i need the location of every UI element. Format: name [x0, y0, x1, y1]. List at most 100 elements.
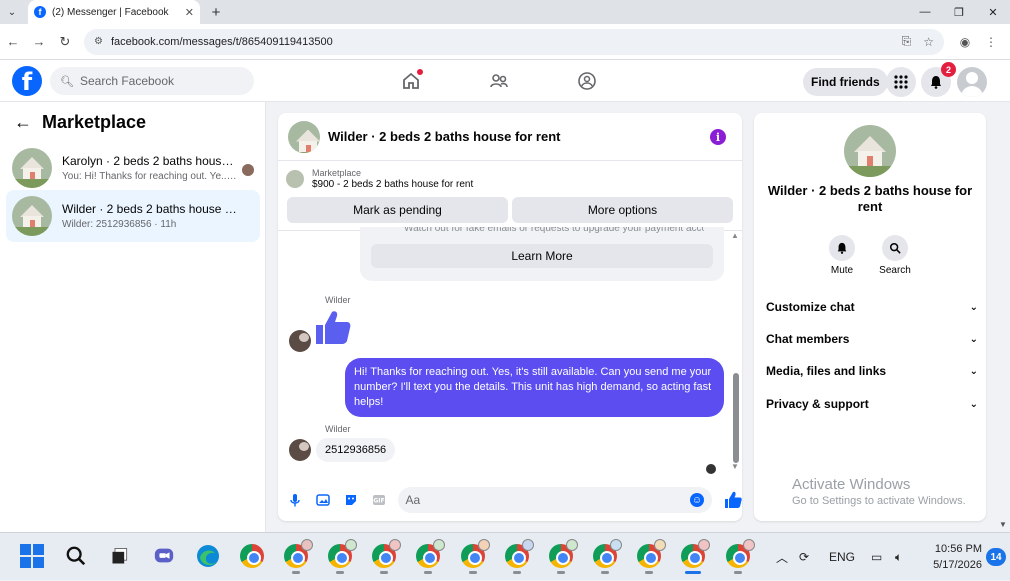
their-message-bubble[interactable]: 2512936856 — [316, 438, 396, 462]
marketplace-label: Marketplace — [312, 168, 362, 178]
onedrive-sync-icon[interactable]: ⟳ — [799, 533, 809, 581]
chat-house-thumbnail — [288, 120, 320, 153]
chrome-profile-icon-active[interactable] — [680, 539, 710, 574]
info-icon[interactable]: i — [710, 129, 726, 145]
clock-date: 5/17/2026 — [933, 559, 982, 571]
chrome-profile-icon[interactable] — [460, 539, 490, 574]
listing-row[interactable]: Marketplace $900 - 2 beds 2 baths house … — [278, 161, 742, 197]
send-like-icon[interactable] — [724, 491, 742, 509]
show-hidden-icons-chevron-icon[interactable]: ︿ — [776, 533, 788, 581]
browser-menu-icon[interactable]: ⋮ — [978, 35, 1004, 49]
privacy-support-row[interactable]: Privacy & support ⌄ — [766, 394, 978, 414]
photo-icon[interactable] — [310, 490, 336, 510]
tab-search-chevron-icon[interactable]: ⌄ — [0, 0, 24, 24]
my-message-bubble[interactable]: Hi! Thanks for reaching out. Yes, it's s… — [345, 358, 724, 417]
mute-action[interactable]: Mute — [822, 235, 862, 276]
url-field[interactable]: ⚙ facebook.com/messages/t/86540911941350… — [84, 28, 944, 55]
activate-title: Activate Windows — [792, 476, 911, 493]
chat-scrollbar[interactable] — [733, 373, 739, 463]
find-friends-button[interactable]: Find friends — [803, 68, 888, 96]
friends-nav-icon[interactable] — [486, 68, 512, 94]
chrome-profile-icon[interactable] — [725, 539, 755, 574]
chat-panel: Wilder · 2 beds 2 baths house for rent i… — [278, 113, 742, 521]
edge-browser-icon[interactable] — [195, 543, 221, 569]
emoji-icon[interactable]: ☺ — [690, 493, 705, 507]
chrome-profile-icon[interactable] — [636, 539, 666, 574]
teams-chat-icon[interactable] — [151, 543, 177, 569]
chrome-profile-icon[interactable] — [327, 539, 357, 574]
sticker-icon[interactable] — [338, 490, 364, 510]
learn-more-button[interactable]: Learn More — [371, 244, 713, 268]
conversation-item-wilder[interactable]: Wilder · 2 beds 2 baths house for r... W… — [6, 190, 260, 242]
site-info-icon[interactable]: ⚙ — [94, 36, 103, 47]
close-window-button[interactable]: ✕ — [976, 0, 1010, 24]
panel-title: Marketplace — [42, 111, 147, 132]
address-bar-row: ← → ↻ ⚙ facebook.com/messages/t/86540911… — [0, 24, 1010, 60]
bookmark-star-icon[interactable]: ☆ — [923, 35, 934, 49]
chrome-profile-icon[interactable] — [371, 539, 401, 574]
mark-as-pending-button[interactable]: Mark as pending — [287, 197, 508, 223]
groups-nav-icon[interactable] — [574, 68, 600, 94]
windows-taskbar: ︿ ⟳ ENG ▭ 🔈︎ 10:56 PM 5/17/2026 14 — [0, 532, 1010, 580]
start-windows-icon[interactable] — [19, 543, 45, 569]
search-icon[interactable] — [882, 235, 908, 261]
conversation-item-karolyn[interactable]: Karolyn · 2 beds 2 baths house f... You:… — [6, 142, 260, 194]
chrome-profile-icon[interactable] — [283, 539, 313, 574]
message-input[interactable]: Aa ☺ — [397, 487, 713, 513]
page-scroll-down-arrow-icon[interactable]: ▼ — [999, 520, 1007, 529]
media-files-links-row[interactable]: Media, files and links ⌄ — [766, 361, 978, 381]
back-button[interactable]: ← — [0, 34, 26, 49]
more-options-button[interactable]: More options — [512, 197, 733, 223]
forward-button[interactable]: → — [26, 34, 52, 49]
chat-details-panel: Wilder · 2 beds 2 baths house for rent M… — [754, 113, 986, 521]
taskbar-search-icon[interactable] — [63, 543, 89, 569]
sender-name: Wilder — [325, 424, 351, 434]
listing-price-title: $900 - 2 beds 2 baths house for rent — [312, 179, 474, 190]
chat-members-row[interactable]: Chat members ⌄ — [766, 329, 978, 349]
install-app-icon[interactable]: ⎘ — [902, 34, 912, 49]
home-nav-icon[interactable] — [398, 68, 424, 94]
close-tab-icon[interactable]: ✕ — [185, 6, 194, 19]
search-facebook-input[interactable]: 🔍︎ Search Facebook — [50, 67, 254, 95]
language-indicator[interactable]: ENG — [829, 533, 855, 581]
notifications-bell-icon[interactable]: 2 — [921, 62, 956, 97]
conversation-preview: You: Hi! Thanks for reaching out. Ye... … — [62, 171, 238, 182]
customize-chat-row[interactable]: Customize chat ⌄ — [766, 297, 978, 317]
new-tab-button[interactable]: + — [204, 4, 228, 21]
browser-tab[interactable]: f (2) Messenger | Facebook ✕ — [28, 0, 200, 24]
chrome-profile-icon[interactable] — [548, 539, 578, 574]
safety-warning-card: Watch out for fake emails or requests to… — [360, 227, 724, 281]
notifications-badge: 2 — [941, 62, 956, 77]
account-avatar[interactable] — [957, 67, 987, 97]
sender-avatar[interactable] — [289, 439, 311, 461]
notification-center-badge[interactable]: 14 — [986, 548, 1006, 566]
scroll-up-arrow-icon[interactable]: ▲ — [731, 231, 739, 240]
chrome-profile-icon[interactable] — [592, 539, 622, 574]
facebook-logo-icon[interactable]: f — [12, 66, 42, 96]
volume-icon[interactable]: 🔈︎ — [895, 533, 902, 581]
gif-icon[interactable]: GIF — [366, 490, 392, 510]
sender-name: Wilder — [325, 295, 351, 305]
search-action[interactable]: Search — [875, 235, 915, 276]
reload-button[interactable]: ↻ — [52, 34, 78, 50]
minimize-button[interactable]: — — [908, 0, 942, 24]
back-arrow-icon[interactable]: ← — [14, 112, 32, 133]
chrome-profile-icon[interactable] — [504, 539, 534, 574]
chrome-profile-icon[interactable] — [415, 539, 445, 574]
network-icon[interactable]: ▭ — [871, 533, 882, 581]
conversation-name: Wilder · 2 beds 2 baths house for r... — [62, 202, 238, 216]
restore-button[interactable]: ❐ — [942, 0, 976, 24]
bell-icon[interactable] — [829, 235, 855, 261]
chrome-icon[interactable] — [239, 543, 265, 569]
chat-title[interactable]: Wilder · 2 beds 2 baths house for rent — [328, 129, 560, 144]
clock[interactable]: 10:56 PM 5/17/2026 — [922, 541, 982, 573]
sender-avatar[interactable] — [289, 330, 311, 352]
menu-grid-icon[interactable] — [886, 67, 916, 97]
task-view-icon[interactable] — [107, 543, 133, 569]
scroll-down-arrow-icon[interactable]: ▼ — [731, 462, 739, 471]
microphone-icon[interactable] — [282, 490, 308, 510]
profile-icon[interactable]: ◉ — [952, 35, 978, 49]
chevron-down-icon: ⌄ — [969, 365, 978, 377]
house-thumbnail — [12, 148, 52, 188]
chat-header: Wilder · 2 beds 2 baths house for rent i — [278, 113, 742, 161]
